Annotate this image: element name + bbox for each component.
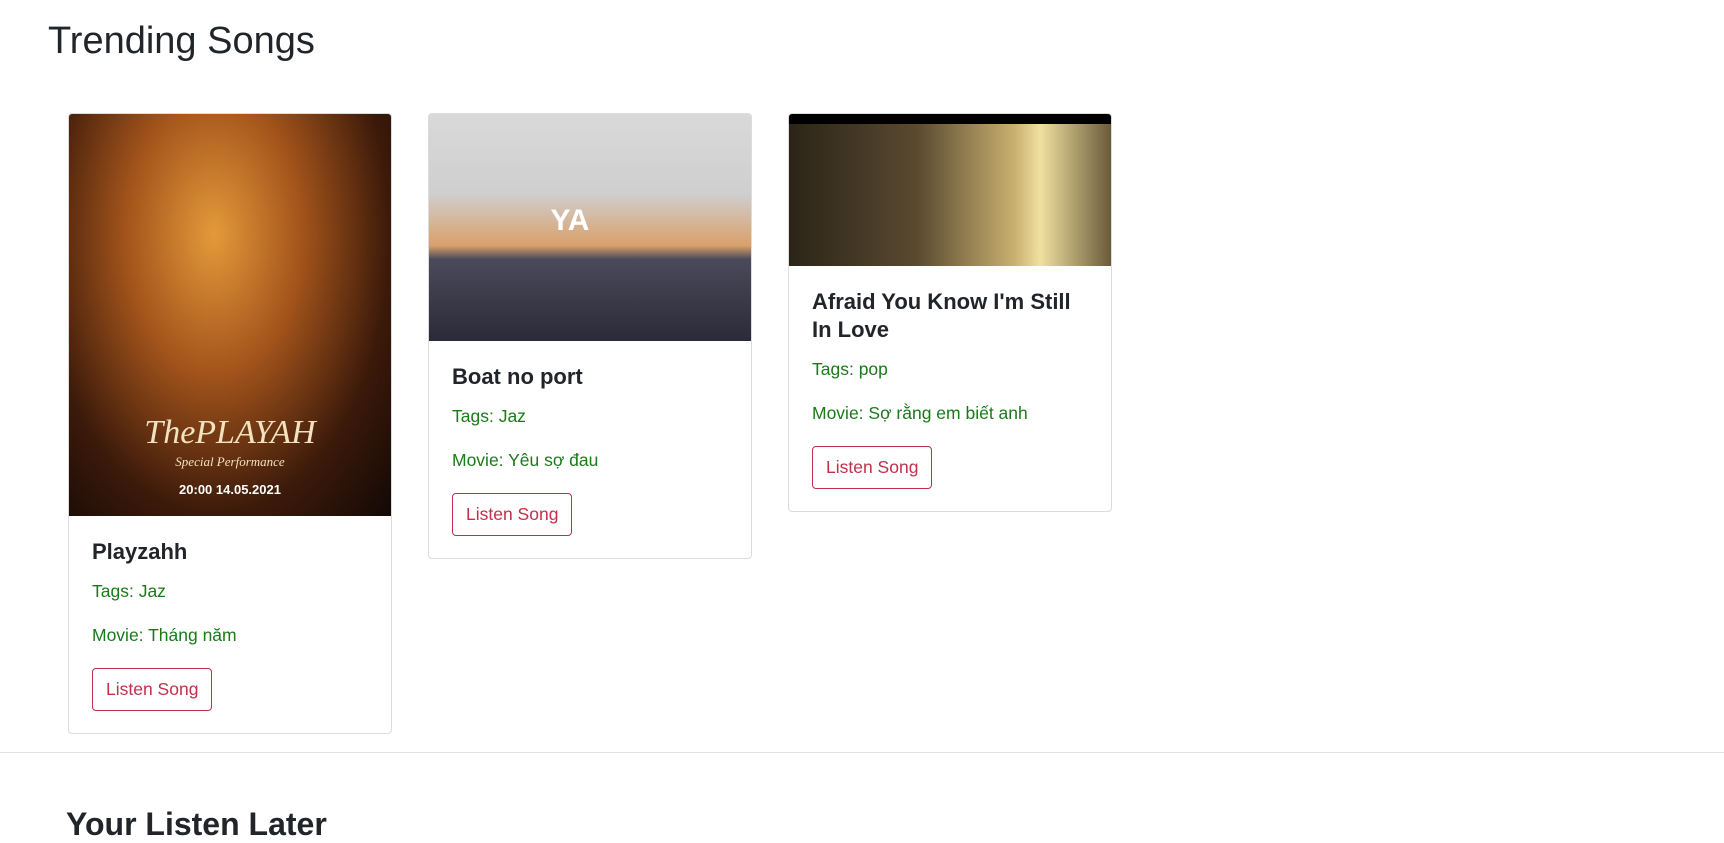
song-cover-image: [789, 114, 1111, 266]
poster-title: ThePLAYAH: [144, 414, 316, 451]
song-tags: Tags: pop: [812, 359, 888, 379]
song-title: Playzahh: [92, 539, 188, 564]
song-cover-image: ThePLAYAH Special Performance 20:00 14.0…: [69, 114, 391, 516]
song-movie: Movie: Sợ rằng em biết anh: [812, 403, 1028, 423]
song-title: Afraid You Know I'm Still In Love: [812, 289, 1071, 342]
song-card: ThePLAYAH Special Performance 20:00 14.0…: [68, 113, 392, 734]
song-card: YA Boat no port Tags: Jaz Movie: Yêu sợ …: [428, 113, 752, 559]
poster-date: 20:00 14.05.2021: [179, 482, 281, 497]
song-tags: Tags: Jaz: [92, 581, 166, 601]
song-title: Boat no port: [452, 364, 583, 389]
song-cover-image: YA: [429, 114, 751, 341]
song-card: Afraid You Know I'm Still In Love Tags: …: [788, 113, 1112, 512]
song-movie: Movie: Yêu sợ đau: [452, 450, 599, 470]
listen-song-button[interactable]: Listen Song: [92, 668, 213, 711]
poster-subtitle: Special Performance: [175, 454, 285, 469]
cover-logo: YA: [550, 204, 590, 237]
song-tags: Tags: Jaz: [452, 406, 526, 426]
listen-song-button[interactable]: Listen Song: [452, 493, 573, 536]
section-divider: [0, 752, 1724, 753]
page-title: Trending Songs: [48, 20, 315, 62]
listen-song-button[interactable]: Listen Song: [812, 446, 933, 489]
listen-later-heading: Your Listen Later: [66, 806, 327, 842]
song-movie: Movie: Tháng năm: [92, 625, 237, 645]
